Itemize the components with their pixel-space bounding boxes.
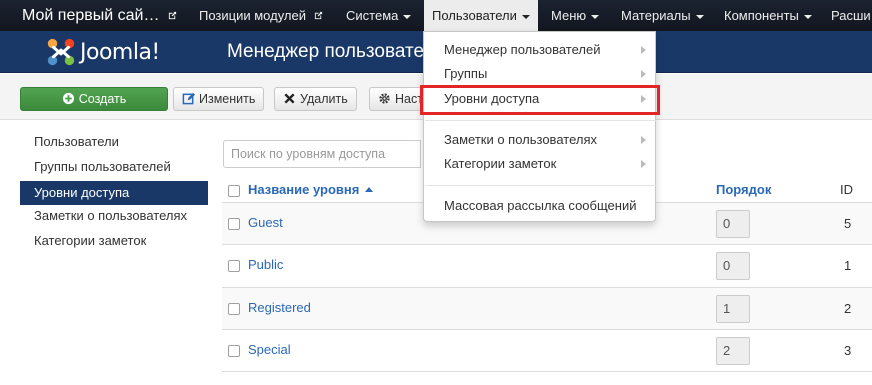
menu-item-label: Массовая рассылка сообщений (444, 198, 637, 213)
row-checkbox[interactable] (228, 260, 240, 273)
sidebar-item-label: Заметки о пользователях (34, 208, 187, 223)
caret-down-icon (521, 14, 530, 19)
sidebar-item-access-levels[interactable]: Уровни доступа (20, 181, 208, 205)
menu-item-user-notes[interactable]: Заметки о пользователях (424, 129, 655, 151)
sidebar-item-label: Уровни доступа (34, 185, 130, 200)
sort-ascending-icon (365, 187, 374, 192)
caret-down-icon (403, 14, 412, 19)
sidebar-item-users[interactable]: Пользователи (20, 132, 208, 157)
nav-content-label: Материалы (621, 8, 691, 23)
nav-users[interactable]: Пользователи (424, 0, 538, 31)
chevron-right-icon (641, 46, 646, 54)
menu-item-mass-mail[interactable]: Массовая рассылка сообщений (424, 195, 655, 217)
column-header-name-label: Название уровня (248, 182, 360, 197)
site-name-label: Мой первый сай… (22, 7, 160, 24)
page-title: Менеджер пользователей (227, 41, 427, 62)
sidebar-item-label: Пользователи (34, 134, 119, 149)
row-checkbox[interactable] (228, 302, 240, 315)
delete-button-label: Удалить (300, 92, 348, 106)
site-name-link[interactable]: Мой первый сай… (22, 0, 177, 31)
close-icon (284, 93, 295, 104)
menu-item-label: Категории заметок (444, 156, 557, 171)
nav-content[interactable]: Материалы (621, 0, 704, 31)
sidebar-item-user-notes[interactable]: Заметки о пользователях (20, 206, 208, 231)
nav-components-label: Компоненты (724, 8, 799, 23)
nav-system-label: Система (346, 8, 399, 23)
row-checkbox[interactable] (228, 344, 240, 357)
edit-icon (182, 92, 195, 105)
users-dropdown-menu: Менеджер пользователей Группы Уровни дос… (423, 31, 656, 222)
chevron-right-icon (641, 95, 646, 103)
menu-item-groups[interactable]: Группы (424, 63, 655, 85)
caret-down-icon (803, 14, 812, 19)
nav-module-positions[interactable]: Позиции модулей (199, 0, 323, 31)
edit-button-label: Изменить (199, 92, 256, 106)
sidebar: Пользователи Группы пользователей Уровни… (20, 132, 208, 255)
sidebar-item-note-categories[interactable]: Категории заметок (20, 231, 208, 256)
column-header-id[interactable]: ID (840, 182, 853, 197)
gear-icon (379, 93, 390, 104)
sidebar-item-label: Группы пользователей (34, 158, 171, 174)
search-input[interactable] (223, 140, 421, 168)
external-link-icon (168, 11, 177, 20)
level-name-link[interactable]: Special (248, 342, 291, 357)
menu-item-access-levels[interactable]: Уровни доступа (424, 88, 655, 110)
create-button[interactable]: Создать (20, 87, 168, 111)
nav-components[interactable]: Компоненты (724, 0, 812, 31)
ordering-field: 1 (716, 294, 750, 323)
nav-menus[interactable]: Меню (551, 0, 600, 31)
caret-down-icon (695, 14, 704, 19)
options-button[interactable]: Настройки (369, 87, 429, 111)
table-row: Public 0 1 (222, 245, 872, 288)
top-navbar: Мой первый сай… Позиции модулей Система … (0, 0, 872, 31)
joomla-logo-text: Joomla! (80, 40, 160, 65)
menu-divider (425, 120, 656, 121)
chevron-right-icon (641, 70, 646, 78)
plus-circle-icon (62, 92, 74, 105)
menu-item-label: Заметки о пользователях (444, 132, 597, 147)
menu-item-label: Уровни доступа (444, 91, 540, 106)
sidebar-item-label: Категории заметок (34, 232, 147, 248)
chevron-right-icon (641, 136, 646, 144)
menu-divider (425, 185, 656, 186)
nav-module-positions-label: Позиции модулей (199, 8, 306, 23)
menu-item-note-categories[interactable]: Категории заметок (424, 153, 655, 175)
ordering-field: 2 (716, 336, 750, 365)
create-button-label: Создать (78, 92, 127, 106)
table-row: Special 2 3 (222, 330, 872, 373)
edit-button[interactable]: Изменить (173, 87, 265, 111)
nav-users-label: Пользователи (432, 8, 517, 23)
level-id: 2 (844, 300, 852, 316)
sidebar-item-groups[interactable]: Группы пользователей (20, 157, 208, 182)
nav-menus-label: Меню (551, 8, 587, 23)
level-id: 5 (844, 216, 852, 231)
ordering-field: 0 (716, 210, 750, 238)
nav-extensions-label: Расши (831, 8, 871, 23)
level-name-link[interactable]: Registered (248, 300, 311, 315)
select-all-checkbox[interactable] (228, 185, 240, 197)
level-name-link[interactable]: Public (248, 257, 283, 272)
ordering-field: 0 (716, 252, 750, 281)
row-checkbox[interactable] (228, 218, 240, 230)
nav-system[interactable]: Система (346, 0, 412, 31)
caret-down-icon (591, 14, 600, 19)
level-id: 1 (844, 258, 852, 274)
menu-item-label: Менеджер пользователей (444, 42, 601, 57)
chevron-right-icon (641, 160, 646, 168)
level-name-link[interactable]: Guest (248, 215, 283, 230)
delete-button[interactable]: Удалить (274, 87, 357, 111)
column-header-name[interactable]: Название уровня (248, 182, 374, 197)
joomla-logo-icon (47, 38, 75, 66)
menu-item-label: Группы (444, 66, 488, 81)
column-header-ordering[interactable]: Порядок (716, 182, 771, 197)
level-id: 3 (844, 342, 852, 358)
menu-item-user-manager[interactable]: Менеджер пользователей (424, 39, 655, 61)
external-link-icon (314, 11, 322, 20)
table-row: Registered 1 2 (222, 287, 872, 330)
nav-extensions[interactable]: Расши (831, 0, 871, 31)
